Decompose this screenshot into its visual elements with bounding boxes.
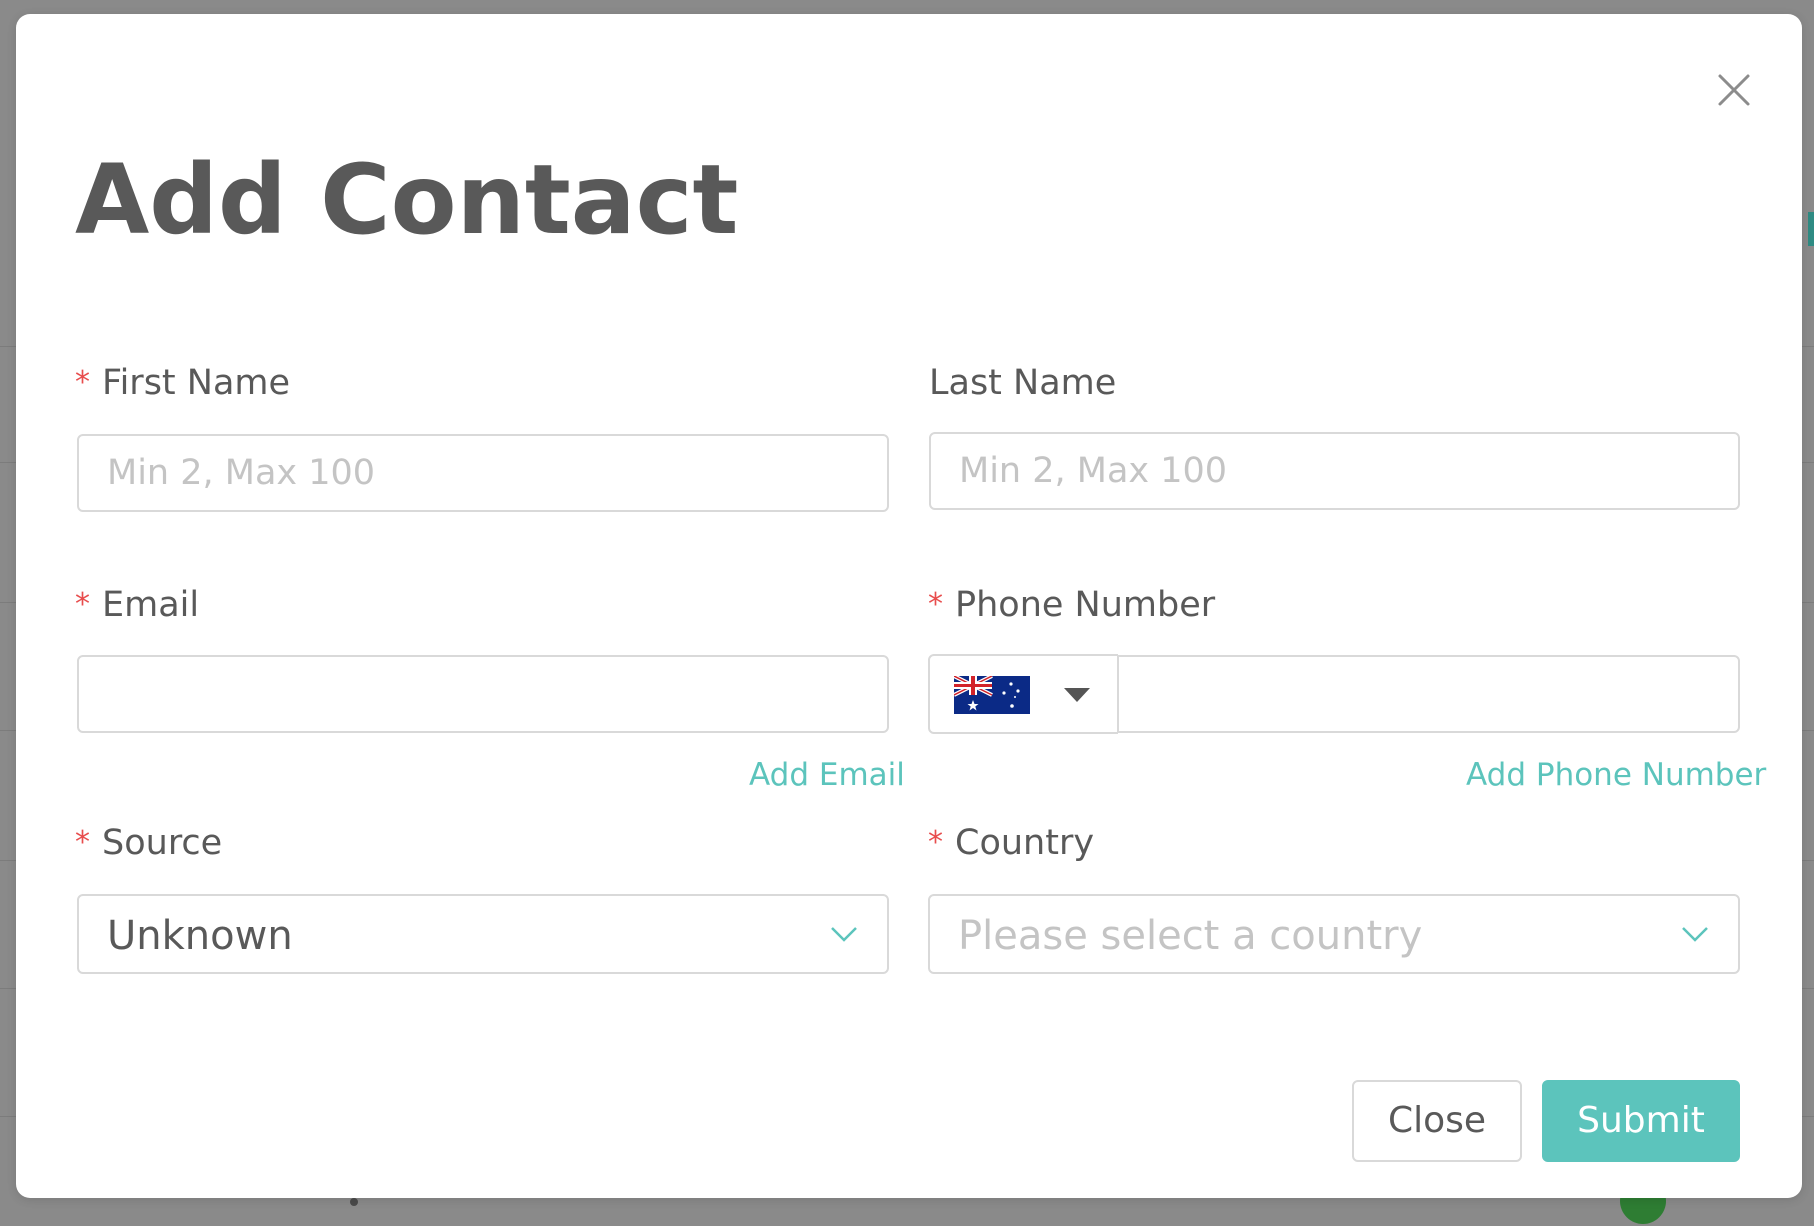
required-marker: * [75, 365, 90, 400]
country-select[interactable]: Please select a country [928, 894, 1740, 974]
phone-country-selector[interactable] [928, 654, 1118, 734]
email-input[interactable] [77, 655, 889, 733]
background-accent [1808, 212, 1814, 246]
last-name-input[interactable] [929, 432, 1740, 510]
country-label-text: Country [955, 823, 1095, 863]
submit-button[interactable]: Submit [1542, 1080, 1740, 1162]
close-icon[interactable] [1714, 70, 1754, 110]
source-label: * Source [75, 826, 222, 861]
add-email-link[interactable]: Add Email [749, 760, 905, 791]
source-selected-value: Unknown [107, 913, 293, 959]
first-name-label-text: First Name [102, 363, 291, 403]
email-label-text: Email [102, 585, 200, 625]
required-marker: * [928, 587, 943, 622]
required-marker: * [928, 825, 943, 860]
australia-flag-icon [954, 676, 1030, 714]
email-label: * Email [75, 588, 199, 623]
chevron-down-icon [1682, 927, 1708, 942]
add-phone-number-link[interactable]: Add Phone Number [1466, 760, 1766, 791]
source-label-text: Source [102, 823, 223, 863]
phone-number-label: * Phone Number [928, 588, 1215, 623]
phone-number-input[interactable] [1117, 655, 1740, 733]
add-contact-modal: Add Contact * First Name Last Name * Email… [16, 14, 1802, 1198]
close-button[interactable]: Close [1352, 1080, 1522, 1162]
first-name-label: * First Name [75, 366, 290, 401]
required-marker: * [75, 825, 90, 860]
chevron-down-icon [1064, 688, 1090, 702]
background-dot [350, 1198, 358, 1206]
source-select[interactable]: Unknown [77, 894, 889, 974]
modal-title: Add Contact [75, 144, 739, 256]
first-name-input[interactable] [77, 434, 889, 512]
required-marker: * [75, 587, 90, 622]
last-name-label: Last Name [929, 363, 1117, 403]
chevron-down-icon [831, 927, 857, 942]
phone-number-label-text: Phone Number [955, 585, 1216, 625]
country-label: * Country [928, 826, 1094, 861]
country-placeholder: Please select a country [958, 913, 1423, 959]
